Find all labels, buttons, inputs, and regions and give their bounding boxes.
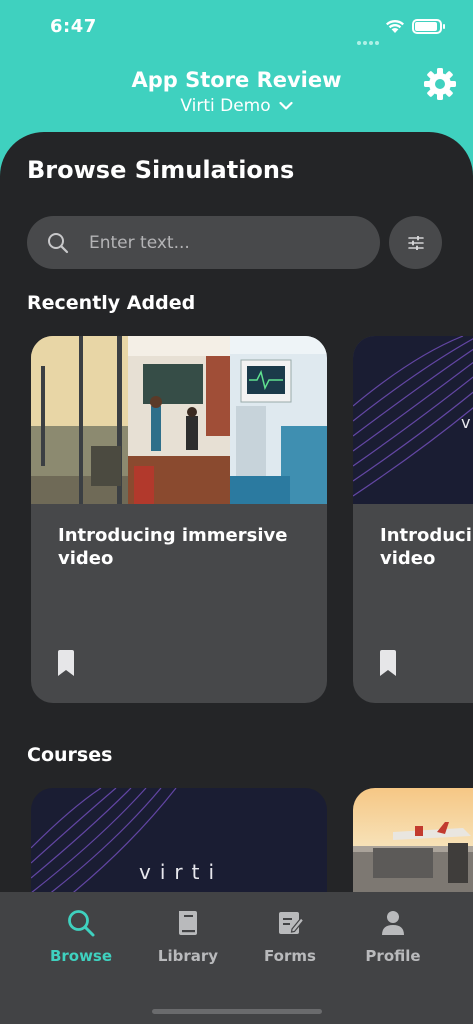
app-header: App Store Review Virti Demo [0,60,473,130]
sliders-icon [407,235,424,250]
chevron-down-icon [279,101,293,110]
status-time: 6:47 [50,16,97,37]
tab-label: Browse [49,947,113,965]
search-input[interactable]: Enter text... [27,216,380,269]
browse-panel: Browse Simulations Enter text... Recentl… [0,132,473,892]
simulation-thumbnail [31,336,327,504]
courses-heading: Courses [27,744,113,766]
simulation-card[interactable]: Introducing immersive video [31,336,327,703]
simulation-title: Introducing immersive video [58,525,288,569]
search-icon [68,910,95,937]
tab-browse[interactable]: Browse [31,908,131,965]
simulation-card[interactable]: v Introducing immersive video [353,336,473,703]
wifi-icon [386,19,404,33]
workspace-selector[interactable]: Virti Demo [180,96,293,116]
person-icon [382,911,404,935]
simulation-title: Introducing immersive video [380,525,473,569]
page-title: App Store Review [131,68,342,92]
form-edit-icon [279,912,305,934]
search-icon [48,232,69,253]
browse-title: Browse Simulations [27,156,295,184]
svg-text:v: v [461,413,473,432]
bookmark-icon[interactable] [379,650,397,676]
status-bar: 6:47 [0,0,473,56]
tab-label: Forms [264,947,316,965]
tab-bar: Browse Library Forms Profile [0,892,473,1024]
bookmark-icon[interactable] [57,650,75,676]
gear-icon[interactable] [422,66,458,102]
battery-icon [412,19,445,34]
recently-added-heading: Recently Added [27,292,196,314]
simulation-thumbnail: v [353,336,473,504]
workspace-name: Virti Demo [180,96,271,116]
course-card[interactable]: virti [31,788,327,892]
tab-library[interactable]: Library [138,908,238,965]
book-icon [179,911,197,935]
tab-label: Library [157,947,219,965]
search-placeholder: Enter text... [89,232,190,253]
course-card[interactable] [353,788,473,892]
tab-label: Profile [365,947,421,965]
cellular-signal-icon [357,30,381,49]
tab-profile[interactable]: Profile [343,908,443,965]
home-indicator [152,1009,322,1014]
virti-logo: virti [139,860,224,884]
tab-forms[interactable]: Forms [240,908,340,965]
course-thumbnail [353,788,473,892]
filter-button[interactable] [389,216,442,269]
